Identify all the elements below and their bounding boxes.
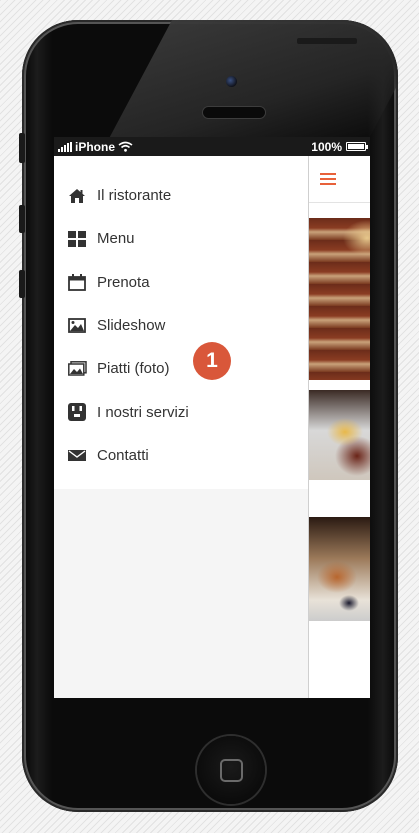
food-photo-mussels: [309, 517, 370, 621]
home-button-icon: [219, 758, 243, 782]
menu-item-i-nostri-servizi[interactable]: I nostri servizi: [54, 390, 308, 433]
volume-down-button: [19, 270, 25, 298]
grid-icon: [67, 230, 87, 248]
services-icon: [67, 403, 87, 422]
menu-item-menu[interactable]: Menu: [54, 217, 308, 260]
annotation-badge: 1: [193, 342, 231, 380]
food-photo-skewers: [309, 218, 370, 380]
status-bar: iPhone 100%: [54, 137, 370, 156]
side-menu: Il ristorante Menu Prenota Slideshow Pia…: [54, 156, 309, 698]
menu-item-contatti[interactable]: Contatti: [54, 434, 308, 477]
earpiece-speaker: [203, 107, 265, 118]
envelope-icon: [67, 446, 87, 464]
menu-item-label: Prenota: [97, 273, 150, 291]
wifi-icon: [118, 141, 133, 152]
menu-item-label: Menu: [97, 230, 135, 248]
menu-item-slideshow[interactable]: Slideshow: [54, 304, 308, 347]
menu-item-piatti-foto[interactable]: Piatti (foto): [54, 347, 308, 390]
volume-up-button: [19, 205, 25, 233]
menu-item-label: Il ristorante: [97, 187, 172, 205]
menu-item-prenota[interactable]: Prenota: [54, 261, 308, 304]
image-icon: [67, 317, 87, 335]
menu-item-label: Piatti (foto): [97, 360, 170, 378]
mute-switch: [19, 133, 25, 163]
menu-list: Il ristorante Menu Prenota Slideshow Pia…: [54, 156, 308, 490]
front-camera: [226, 76, 237, 87]
power-button: [297, 38, 357, 44]
home-button[interactable]: [197, 736, 265, 804]
home-icon: [67, 187, 87, 205]
app-header: [309, 156, 370, 203]
food-photo-steak-fries: [309, 390, 370, 480]
photos-icon: [67, 360, 87, 378]
carrier-label: iPhone: [75, 139, 116, 154]
menu-item-label: Contatti: [97, 446, 149, 464]
phone-screen: iPhone 100% Il ristorante Menu Prenota S…: [54, 137, 370, 698]
page-content-preview: [309, 156, 370, 698]
calendar-icon: [67, 273, 87, 291]
signal-icon: [58, 141, 72, 152]
battery-icon: [346, 142, 368, 151]
menu-item-label: Slideshow: [97, 317, 166, 335]
hamburger-icon[interactable]: [320, 173, 336, 185]
menu-item-label: I nostri servizi: [97, 403, 189, 421]
menu-item-il-ristorante[interactable]: Il ristorante: [54, 174, 308, 217]
battery-percentage: 100%: [311, 139, 342, 154]
